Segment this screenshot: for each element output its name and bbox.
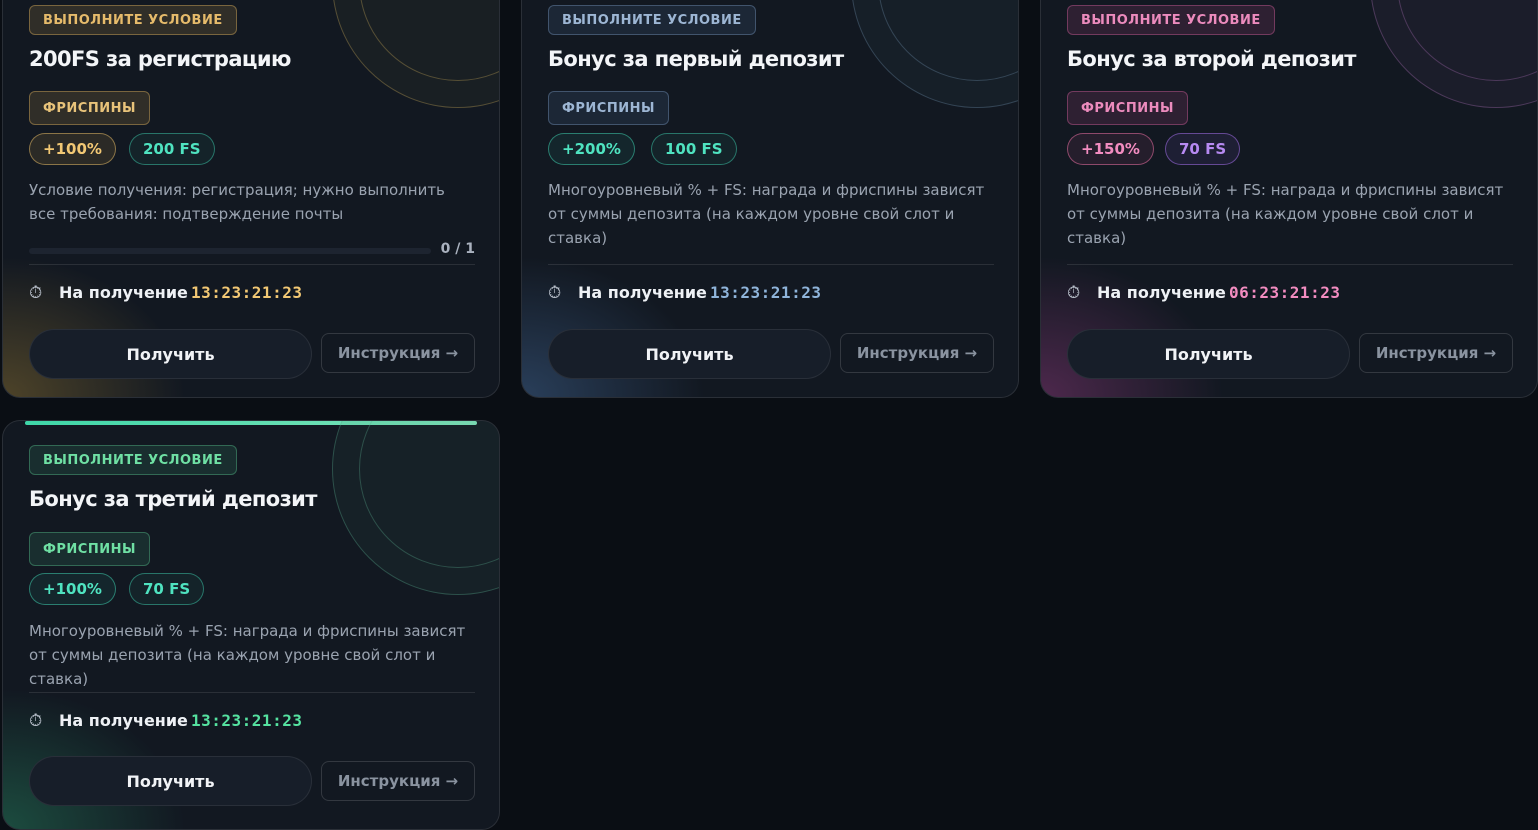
freespins-pill: 200 FS xyxy=(129,133,215,165)
status-badge: ВЫПОЛНИТЕ УСЛОВИЕ xyxy=(29,445,237,475)
status-badge: ВЫПОЛНИТЕ УСЛОВИЕ xyxy=(1067,5,1275,35)
freespins-pill: 70 FS xyxy=(129,573,205,605)
instruction-button[interactable]: Инструкция → xyxy=(321,333,475,373)
timer-row: ⏱ На получение 13:23:21:23 xyxy=(29,710,475,732)
divider xyxy=(1067,264,1513,265)
timer-label: На получение xyxy=(59,283,188,302)
stopwatch-icon: ⏱ xyxy=(29,711,43,731)
bonus-card-third-deposit: ВЫПОЛНИТЕ УСЛОВИЕ Бонус за третий депози… xyxy=(2,420,500,830)
instruction-button[interactable]: Инструкция → xyxy=(840,333,994,373)
timer-value: 13:23:21:23 xyxy=(191,711,303,730)
card-description: Многоуровневый % + FS: награда и фриспин… xyxy=(29,622,466,688)
progress-bar xyxy=(29,248,431,254)
stopwatch-icon: ⏱ xyxy=(1067,283,1081,303)
status-badge: ВЫПОЛНИТЕ УСЛОВИЕ xyxy=(29,5,237,35)
timer-label: На получение xyxy=(1097,283,1226,302)
card-title: Бонус за второй депозит xyxy=(1067,47,1356,71)
stopwatch-icon: ⏱ xyxy=(548,283,562,303)
timer-value: 06:23:21:23 xyxy=(1229,283,1341,302)
get-button[interactable]: Получить xyxy=(548,329,831,379)
timer-row: ⏱ На получение 13:23:21:23 xyxy=(548,282,994,304)
timer-value: 13:23:21:23 xyxy=(191,283,303,302)
card-title: Бонус за первый депозит xyxy=(548,47,844,71)
card-description: Условие получения: регистрация; нужно вы… xyxy=(29,181,445,223)
divider xyxy=(29,264,475,265)
bonus-card-second-deposit: ВЫПОЛНИТЕ УСЛОВИЕ Бонус за второй депози… xyxy=(1040,0,1538,398)
get-button[interactable]: Получить xyxy=(29,756,312,806)
card-title: 200FS за регистрацию xyxy=(29,47,291,71)
percent-pill: +100% xyxy=(29,573,116,605)
percent-pill: +200% xyxy=(548,133,635,165)
bonus-card-registration: ВЫПОЛНИТЕ УСЛОВИЕ 200FS за регистрацию Ф… xyxy=(2,0,500,398)
freespins-pill: 100 FS xyxy=(651,133,737,165)
timer-row: ⏱ На получение 06:23:21:23 xyxy=(1067,282,1513,304)
type-badge: ФРИСПИНЫ xyxy=(29,532,150,566)
get-button[interactable]: Получить xyxy=(29,329,312,379)
progress-count: 0 / 1 xyxy=(440,241,475,257)
stopwatch-icon: ⏱ xyxy=(29,283,43,303)
get-button[interactable]: Получить xyxy=(1067,329,1350,379)
timer-label: На получение xyxy=(578,283,707,302)
timer-value: 13:23:21:23 xyxy=(710,283,822,302)
divider xyxy=(29,692,475,693)
percent-pill: +150% xyxy=(1067,133,1154,165)
card-title: Бонус за третий депозит xyxy=(29,487,317,511)
divider xyxy=(548,264,994,265)
type-badge: ФРИСПИНЫ xyxy=(29,91,150,125)
status-badge: ВЫПОЛНИТЕ УСЛОВИЕ xyxy=(548,5,756,35)
instruction-button[interactable]: Инструкция → xyxy=(1359,333,1513,373)
card-description: Многоуровневый % + FS: награда и фриспин… xyxy=(548,181,985,247)
freespins-pill: 70 FS xyxy=(1165,133,1241,165)
timer-label: На получение xyxy=(59,711,188,730)
type-badge: ФРИСПИНЫ xyxy=(548,91,669,125)
instruction-button[interactable]: Инструкция → xyxy=(321,761,475,801)
type-badge: ФРИСПИНЫ xyxy=(1067,91,1188,125)
card-description: Многоуровневый % + FS: награда и фриспин… xyxy=(1067,181,1504,247)
bonus-card-first-deposit: ВЫПОЛНИТЕ УСЛОВИЕ Бонус за первый депози… xyxy=(521,0,1019,398)
percent-pill: +100% xyxy=(29,133,116,165)
timer-row: ⏱ На получение 13:23:21:23 xyxy=(29,282,475,304)
